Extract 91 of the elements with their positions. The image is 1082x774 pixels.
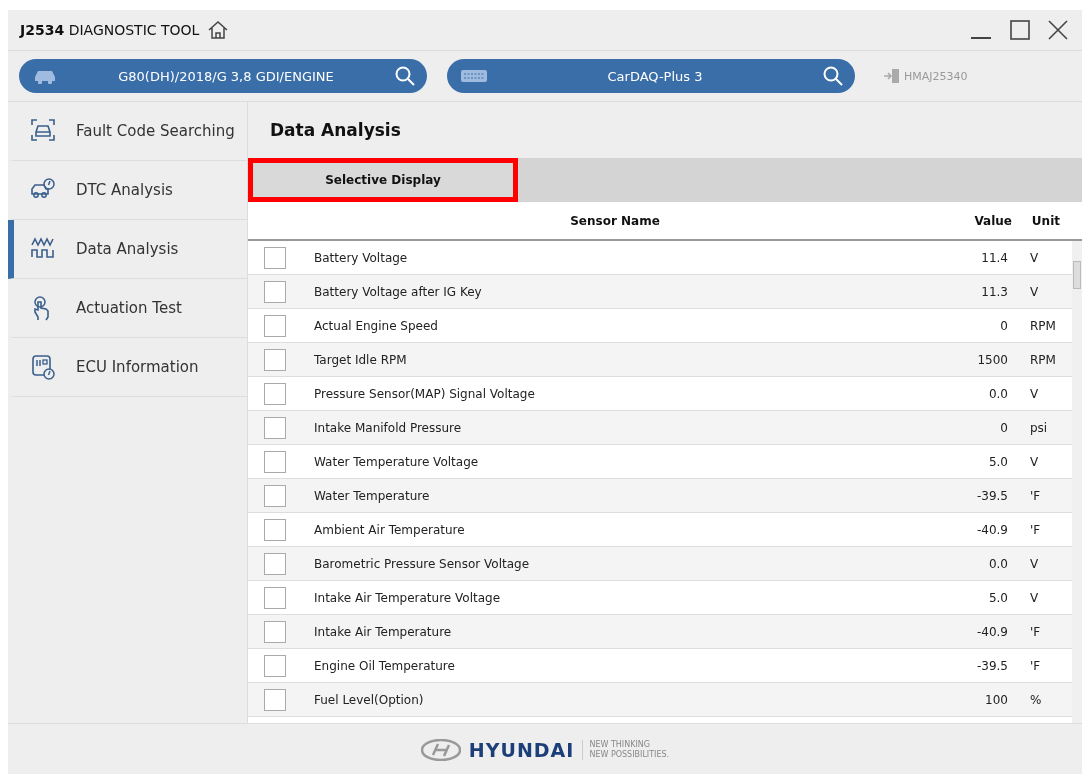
- checkbox[interactable]: [264, 518, 286, 541]
- sensor-name: Fuel Level(Option): [314, 692, 425, 707]
- checkbox[interactable]: [264, 416, 286, 439]
- sensor-name: Water Temperature: [314, 488, 431, 503]
- sensor-unit: 'F: [1029, 488, 1042, 503]
- sensor-value: 0: [999, 420, 1008, 435]
- sensor-name: Target Idle RPM: [314, 352, 408, 367]
- checkbox[interactable]: [264, 246, 286, 269]
- sensor-value: -40.9: [975, 522, 1008, 537]
- search-icon[interactable]: [395, 66, 415, 86]
- checkbox[interactable]: [264, 280, 286, 303]
- sensor-unit: V: [1029, 250, 1040, 265]
- column-header: Sensor Name: [569, 213, 661, 228]
- sensor-value: 0: [999, 318, 1008, 333]
- sensor-name: Intake Manifold Pressure: [314, 420, 463, 435]
- maximize-icon[interactable]: [1010, 20, 1030, 40]
- sensor-unit: V: [1029, 590, 1040, 605]
- sensor-value: 11.3: [980, 284, 1008, 299]
- sensor-unit: RPM: [1029, 318, 1057, 333]
- sensor-unit: RPM: [1029, 352, 1057, 367]
- checkbox[interactable]: [264, 552, 286, 575]
- sensor-value: 0.0: [987, 556, 1008, 571]
- sensor-name: Engine Oil Temperature: [314, 658, 456, 673]
- connector-icon: [883, 67, 901, 85]
- checkbox[interactable]: [264, 314, 286, 337]
- sensor-value: 11.4: [980, 250, 1008, 265]
- checkbox[interactable]: [264, 586, 286, 609]
- sensor-name: Pressure Sensor(MAP) Signal Voltage: [314, 386, 536, 401]
- sensor-name: Intake Air Temperature Voltage: [314, 590, 502, 605]
- checkbox[interactable]: [264, 654, 286, 677]
- checkbox[interactable]: [264, 620, 286, 643]
- checkbox[interactable]: [264, 450, 286, 473]
- table-row[interactable]: Intake Manifold Pressure 0 psi: [248, 411, 1072, 445]
- sensor-value: 0.0: [987, 386, 1008, 401]
- sidebar-item[interactable]: Fault Code Searching: [8, 102, 247, 161]
- sensor-name: Ambient Air Temperature: [314, 522, 466, 537]
- selective-display-button[interactable]: Selective Display: [248, 158, 518, 202]
- sensor-value: 1500: [976, 352, 1008, 367]
- table-row[interactable]: Water Temperature -39.5 'F: [248, 479, 1072, 513]
- keyboard-icon: [461, 70, 487, 82]
- sensor-name: Battery Voltage: [314, 250, 409, 265]
- sensor-unit: V: [1029, 386, 1040, 401]
- home-icon[interactable]: [207, 20, 230, 40]
- sensor-value: -40.9: [975, 624, 1008, 639]
- car-icon: [33, 68, 57, 84]
- sensor-unit: 'F: [1029, 522, 1042, 537]
- sensor-unit: 'F: [1029, 658, 1042, 673]
- ecu-gauge-icon: [30, 354, 56, 380]
- column-header: Unit: [1030, 213, 1061, 228]
- sensor-unit: V: [1029, 556, 1040, 571]
- sensor-value: 100: [984, 692, 1008, 707]
- close-icon[interactable]: [1048, 20, 1068, 40]
- scrollbar-thumb[interactable]: [1073, 261, 1081, 289]
- sensor-name: Battery Voltage after IG Key: [314, 284, 483, 299]
- brand-wordmark: HYUNDAI: [468, 739, 575, 761]
- checkbox[interactable]: [264, 382, 286, 405]
- checkbox[interactable]: [264, 688, 286, 711]
- window-title: J2534 DIAGNOSTIC TOOL: [20, 22, 200, 38]
- checkbox[interactable]: [264, 484, 286, 507]
- table-row[interactable]: Barometric Pressure Sensor Voltage 0.0 V: [248, 547, 1072, 581]
- sensor-unit: 'F: [1029, 624, 1042, 639]
- sensor-value: 5.0: [987, 454, 1008, 469]
- sidebar-item[interactable]: ECU Information: [8, 338, 247, 397]
- sensor-unit: V: [1029, 454, 1040, 469]
- device-search-field[interactable]: CarDAQ-Plus 3: [447, 59, 855, 93]
- sidebar-item[interactable]: DTC Analysis: [8, 161, 247, 220]
- car-scan-icon: [30, 118, 56, 144]
- sensor-unit: psi: [1029, 420, 1049, 435]
- scrollbar[interactable]: [1072, 241, 1082, 723]
- sensor-unit: %: [1029, 692, 1043, 707]
- table-row[interactable]: Intake Air Temperature -40.9 'F: [248, 615, 1072, 649]
- sidebar-item[interactable]: Actuation Test: [8, 279, 247, 338]
- sensor-name: Intake Air Temperature: [314, 624, 453, 639]
- sensor-name: Barometric Pressure Sensor Voltage: [314, 556, 531, 571]
- search-icon[interactable]: [823, 66, 843, 86]
- vehicle-search-field[interactable]: G80(DH)/2018/G 3,8 GDI/ENGINE: [19, 59, 427, 93]
- page-title: Data Analysis: [248, 102, 1082, 158]
- sensor-name: Water Temperature Voltage: [314, 454, 480, 469]
- column-header: Value: [973, 213, 1012, 228]
- table-row[interactable]: Target Idle RPM 1500 RPM: [248, 343, 1072, 377]
- brand-tagline: NEW THINKING NEW POSSIBILITIES.: [582, 740, 670, 760]
- logo-emblem-icon: [420, 739, 461, 761]
- checkbox[interactable]: [264, 348, 286, 371]
- table-row[interactable]: Battery Voltage after IG Key 11.3 V: [248, 275, 1072, 309]
- sensor-unit: V: [1029, 284, 1040, 299]
- sensor-value: 5.0: [987, 590, 1008, 605]
- sensor-value: -39.5: [975, 488, 1008, 503]
- device-id: HMAJ25340: [904, 69, 968, 83]
- sensor-name: Actual Engine Speed: [314, 318, 439, 333]
- sensor-value: -39.5: [975, 658, 1008, 673]
- table-row[interactable]: Fuel Level(Option) 100 %: [248, 683, 1072, 717]
